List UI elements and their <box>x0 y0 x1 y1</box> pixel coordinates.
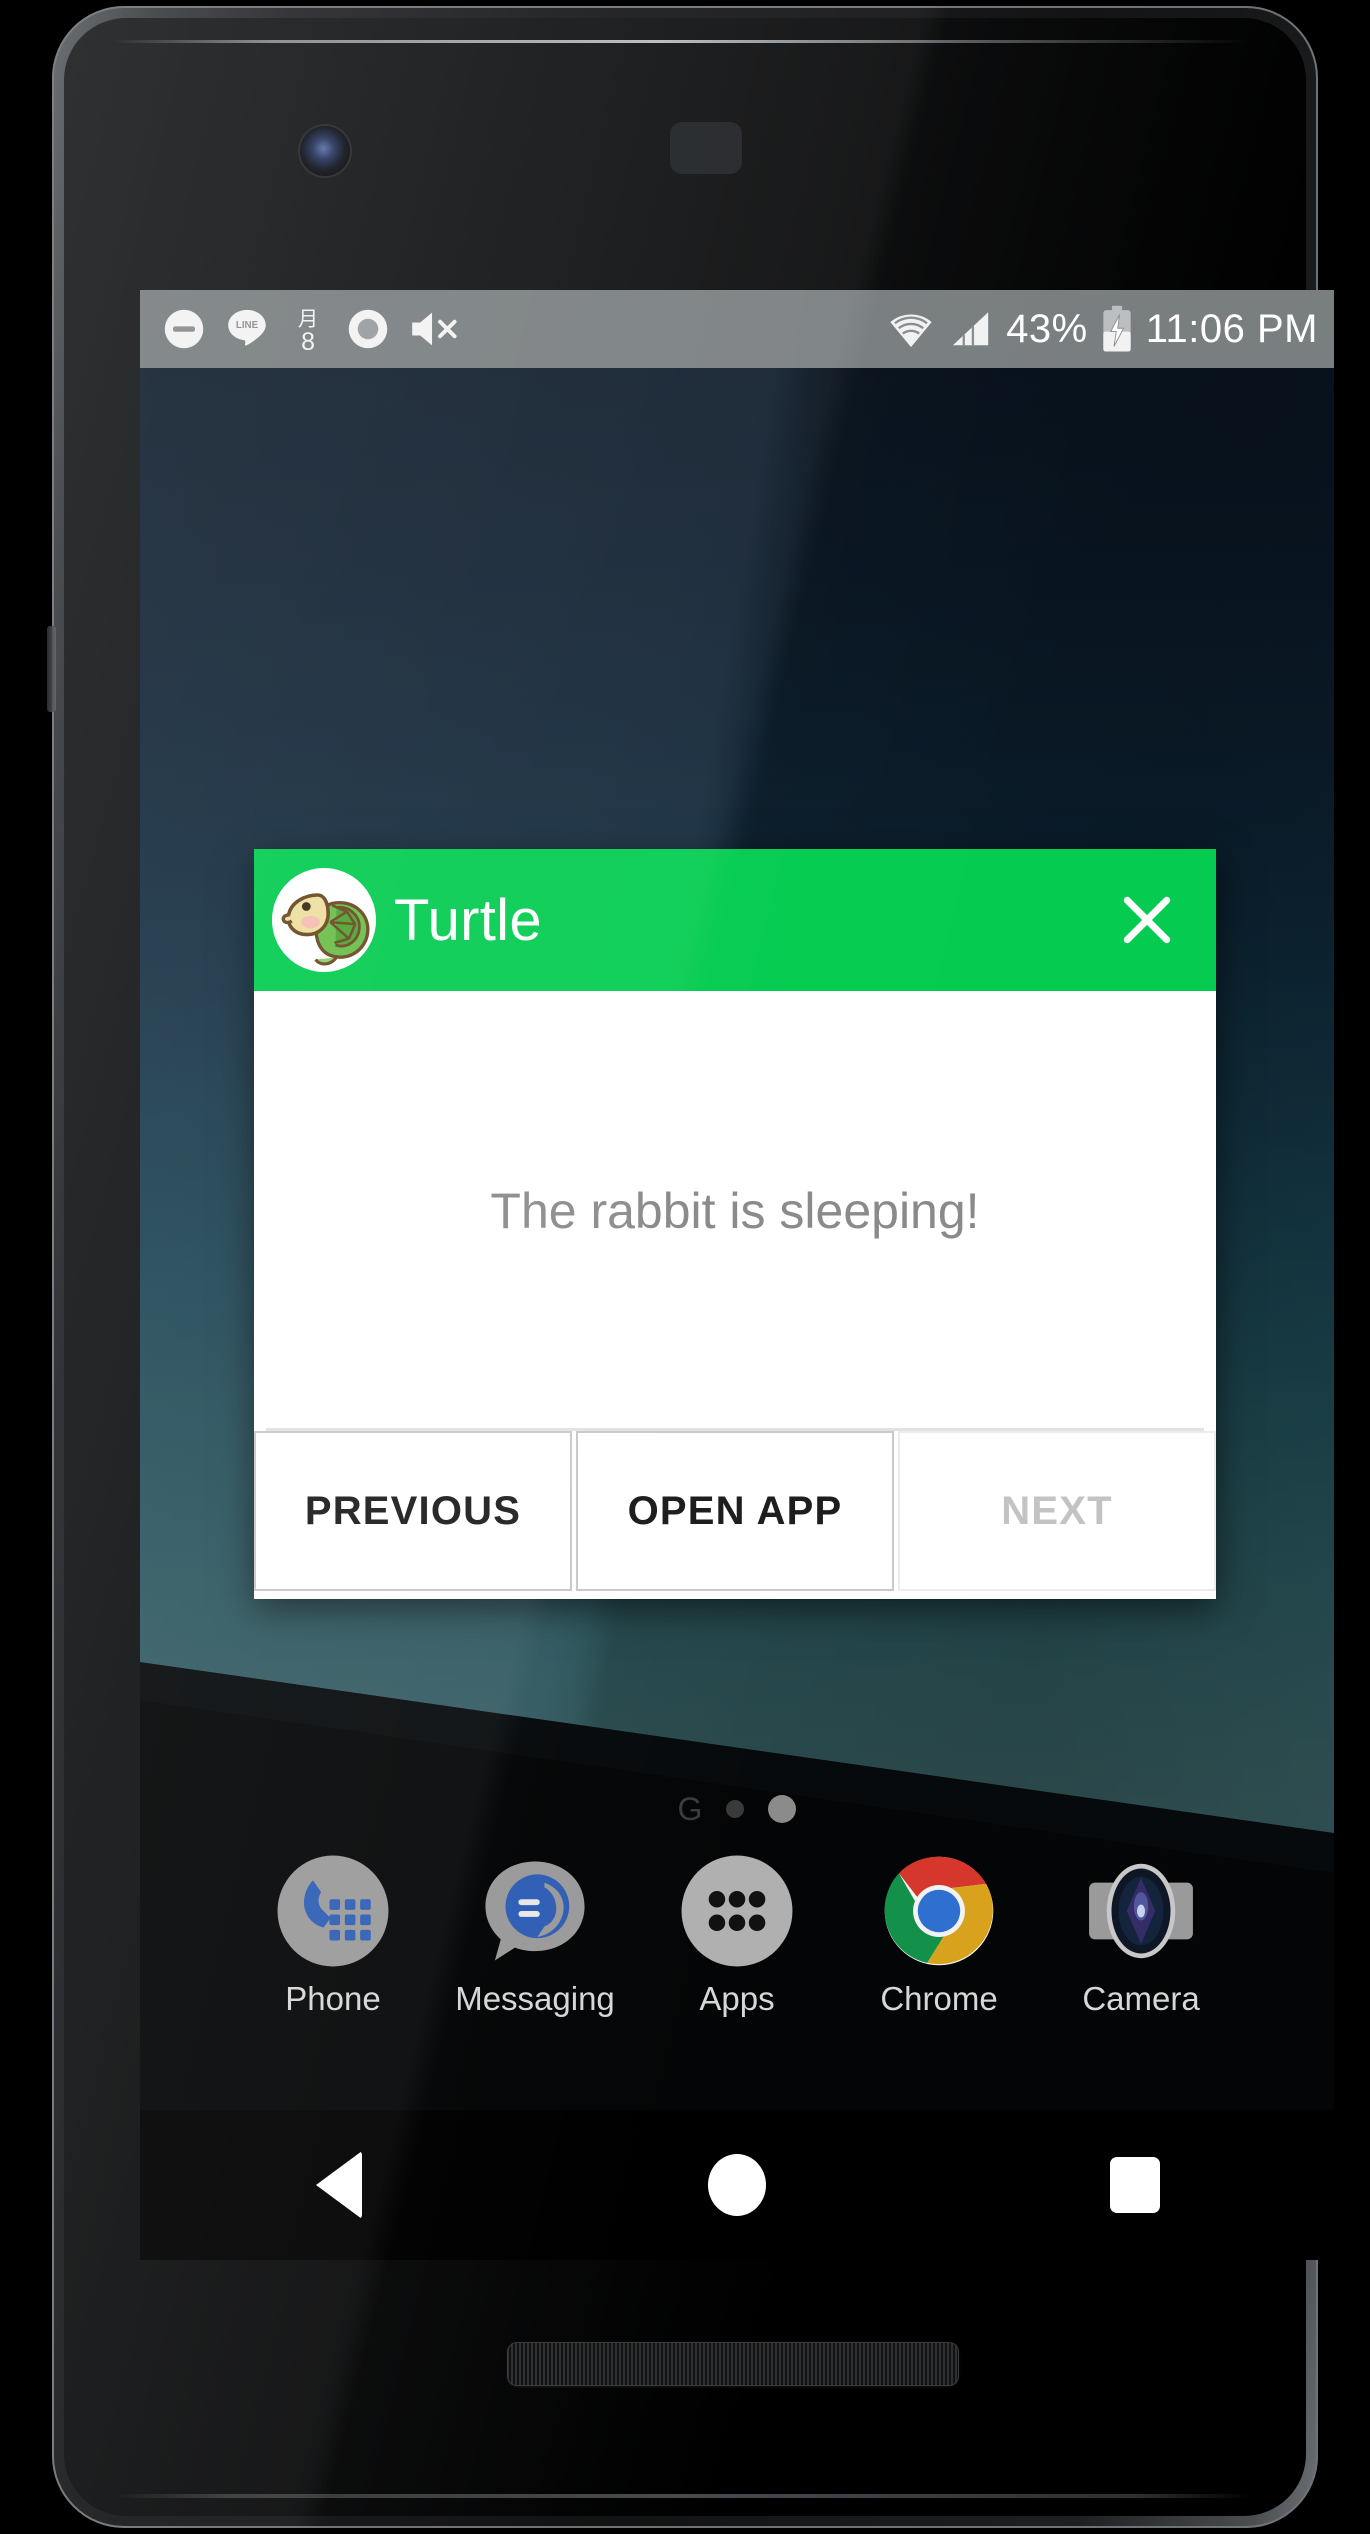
page-indicator: G <box>140 1787 1334 1831</box>
device-bottom-seam <box>112 2494 1252 2498</box>
google-glyph[interactable]: G <box>678 1791 703 1828</box>
dock-item-phone[interactable]: Phone <box>258 1852 408 2018</box>
left-side-button[interactable] <box>47 626 56 712</box>
status-bar-right-icons: 43% 11:06 PM <box>886 305 1318 353</box>
phone-screen: LINE 月 8 43% 11:06 PM Turtle The rabbit … <box>140 290 1334 2110</box>
dock-label-camera: Camera <box>1082 1980 1200 2017</box>
dock-item-camera[interactable]: Camera <box>1066 1852 1216 2018</box>
recents-icon[interactable] <box>1075 2140 1195 2230</box>
dialog-app-title: Turtle <box>394 887 542 953</box>
chrome-icon <box>880 1852 998 1970</box>
app-dialog: Turtle The rabbit is sleeping! PREVIOUS … <box>254 849 1216 1599</box>
line-app-icon: LINE <box>228 309 266 346</box>
dock-label-chrome: Chrome <box>880 1980 998 2017</box>
dock-label-apps: Apps <box>699 1980 775 2017</box>
next-button: NEXT <box>898 1431 1216 1591</box>
home-icon[interactable] <box>677 2140 797 2230</box>
phone-device: LINE 月 8 43% 11:06 PM Turtle The rabbit … <box>47 6 1334 2528</box>
device-top-highlight <box>112 40 1252 43</box>
phone-icon <box>274 1852 392 1970</box>
record-icon <box>348 309 388 349</box>
do-not-disturb-icon <box>164 309 204 349</box>
page-dot-inactive[interactable] <box>726 1800 745 1818</box>
status-bar: LINE 月 8 43% 11:06 PM <box>140 290 1334 368</box>
back-icon[interactable] <box>279 2140 399 2230</box>
dialog-message-text: The rabbit is sleeping! <box>490 1183 980 1239</box>
clock-label: 11:06 PM <box>1145 306 1318 351</box>
battery-percent-label: 43% <box>1006 306 1088 351</box>
home-dock: Phone Messaging Apps Chrome Camera <box>140 1852 1334 2062</box>
front-camera-icon <box>300 126 350 176</box>
volume-muted-icon <box>412 312 457 346</box>
status-bar-left-icons: LINE 月 8 <box>162 305 466 353</box>
proximity-sensor <box>670 122 742 174</box>
dock-label-phone: Phone <box>285 1980 381 2017</box>
battery-charging-icon <box>1103 305 1131 352</box>
cellular-signal-icon <box>953 312 989 346</box>
calendar-icon: 月 8 <box>298 307 318 353</box>
close-icon[interactable] <box>1108 881 1186 959</box>
dialog-divider <box>266 1428 1204 1431</box>
line-app-label: LINE <box>236 320 259 331</box>
navigation-bar <box>140 2110 1334 2260</box>
camera-icon <box>1082 1852 1200 1970</box>
dialog-button-row: PREVIOUS OPEN APP NEXT <box>254 1431 1216 1599</box>
dock-item-chrome[interactable]: Chrome <box>864 1852 1014 2018</box>
bottom-speaker <box>507 2342 959 2386</box>
turtle-avatar-icon <box>272 868 376 972</box>
open-app-button[interactable]: OPEN APP <box>576 1431 894 1591</box>
calendar-day-label: 8 <box>301 328 315 353</box>
dialog-header: Turtle <box>254 849 1216 991</box>
page-dot-active[interactable] <box>768 1795 797 1823</box>
apps-grid-icon <box>678 1852 796 1970</box>
dialog-body: The rabbit is sleeping! <box>254 991 1216 1431</box>
messaging-icon <box>476 1852 594 1970</box>
wifi-icon <box>890 314 932 348</box>
previous-button[interactable]: PREVIOUS <box>254 1431 572 1591</box>
dock-label-messaging: Messaging <box>455 1980 615 2017</box>
dock-item-messaging[interactable]: Messaging <box>455 1852 615 2018</box>
dock-item-apps[interactable]: Apps <box>662 1852 812 2018</box>
